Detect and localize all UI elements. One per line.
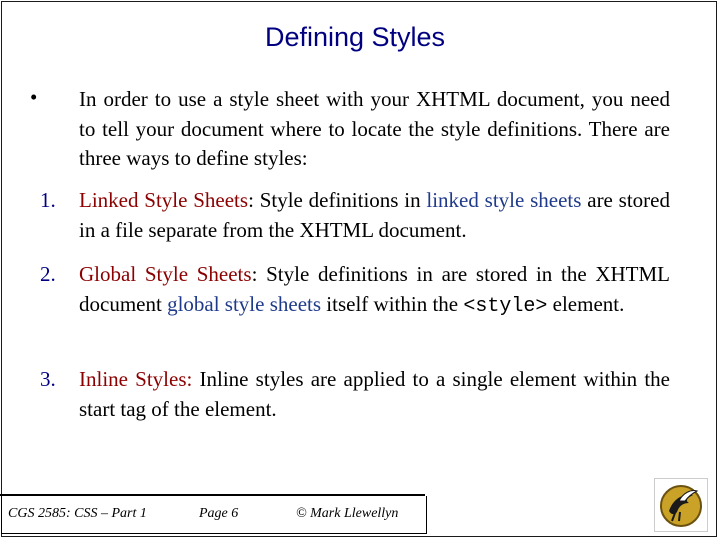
- bullet-icon: •: [30, 85, 38, 109]
- list-item-global: Global Style Sheets: Style definitions i…: [79, 262, 671, 318]
- slide-title: Defining Styles: [264, 22, 446, 52]
- term-global-style-sheets: Global Style Sheets: [79, 262, 252, 286]
- style-tag-code: <style>: [463, 294, 548, 318]
- highlight-linked-style-sheets: linked style sheets: [426, 188, 582, 212]
- item-number-1: 1.: [40, 188, 56, 212]
- footer-course: CGS 2585: CSS – Part 1: [8, 506, 147, 521]
- intro-paragraph: In order to use a style sheet with your …: [79, 85, 670, 174]
- term-inline-styles: Inline Styles:: [79, 367, 193, 391]
- item-number-3: 3.: [40, 367, 56, 391]
- term-linked-style-sheets: Linked Style Sheets: [79, 188, 249, 212]
- footer-page-number: Page 6: [199, 506, 239, 521]
- intro-text: In order to use a style sheet with your …: [79, 87, 670, 170]
- list-item-linked: Linked Style Sheets: Style definitions i…: [79, 188, 670, 242]
- highlight-global-style-sheets: global style sheets: [167, 291, 322, 316]
- list-item-inline: Inline Styles: Inline styles are applied…: [79, 367, 670, 421]
- pegasus-logo-icon: [654, 478, 708, 532]
- item-number-2: 2.: [40, 262, 56, 286]
- footer-author: © Mark Llewellyn: [296, 506, 399, 521]
